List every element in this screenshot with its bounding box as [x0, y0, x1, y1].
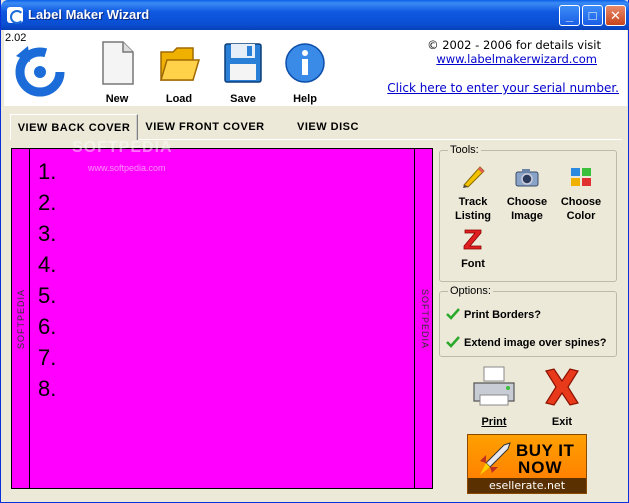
checkmark-icon[interactable] [446, 307, 460, 321]
track-item[interactable]: 6. [38, 314, 56, 345]
label-canvas[interactable]: SOFTPEDIA SOFTPEDIA SOFTPEDIA www.softpe… [11, 139, 433, 489]
help-button[interactable]: Help [278, 40, 332, 105]
app-window: Label Maker Wizard _ □ ✕ 2.02 New Load S… [0, 0, 629, 503]
tools-legend: Tools: [448, 144, 481, 156]
print-label: Print [466, 416, 522, 428]
track-item[interactable]: 8. [38, 376, 56, 407]
choose-image-label1: Choose [506, 196, 548, 208]
choose-color-button[interactable]: Choose Color [554, 165, 608, 222]
options-group: Options: Print Borders? Extend image ove… [439, 285, 617, 357]
track-listing-label2: Listing [454, 210, 492, 222]
new-file-icon [102, 41, 134, 85]
print-label-text: Print [481, 416, 507, 428]
pencil-icon [463, 166, 485, 188]
checkmark-icon[interactable] [446, 335, 460, 349]
floppy-disk-icon [224, 43, 262, 83]
left-spine-text: SOFTPEDIA [16, 289, 26, 350]
copyright-text: © 2002 - 2006 for details visit [427, 38, 601, 52]
window-title: Label Maker Wizard [28, 7, 150, 22]
serial-number-link[interactable]: Click here to enter your serial number. [387, 81, 619, 95]
right-spine[interactable]: SOFTPEDIA [414, 149, 432, 488]
options-legend: Options: [448, 285, 493, 297]
track-item[interactable]: 3. [38, 221, 56, 252]
track-item[interactable]: 5. [38, 283, 56, 314]
track-listing-label1: Track [458, 196, 488, 208]
buy-now-banner[interactable]: BUY IT NOW esellerate.net [467, 434, 587, 494]
exit-label: Exit [551, 416, 573, 428]
print-button[interactable]: Print [466, 365, 522, 428]
track-item[interactable]: 4. [38, 252, 56, 283]
title-bar[interactable]: Label Maker Wizard _ □ ✕ [1, 0, 629, 30]
watermark: SOFTPEDIA [72, 139, 173, 156]
choose-image-button[interactable]: Choose Image [500, 165, 554, 222]
tab-back-cover[interactable]: VIEW BACK COVER [10, 114, 138, 140]
help-label: Help [293, 93, 317, 105]
choose-color-label1: Choose [560, 196, 602, 208]
rocket-icon [480, 442, 511, 475]
website-link[interactable]: www.labelmakerwizard.com [436, 52, 597, 66]
save-label: Save [230, 93, 256, 105]
watermark-url: www.softpedia.com [88, 163, 166, 173]
folder-icon [159, 47, 201, 81]
extend-image-label: Extend image over spines? [464, 337, 607, 349]
font-label: Font [461, 258, 485, 270]
track-list[interactable]: 1. 2. 3. 4. 5. 6. 7. 8. [38, 159, 56, 407]
right-spine-text: SOFTPEDIA [420, 289, 430, 350]
extend-image-option[interactable]: Extend image over spines? [446, 335, 606, 351]
logo-icon [15, 46, 65, 97]
load-label: Load [165, 93, 193, 105]
print-borders-label: Print Borders? [464, 309, 542, 321]
toolbar-area: 2.02 New Load Save Help © 2002 - 2006 fo… [4, 30, 627, 106]
minimize-button[interactable]: _ [559, 5, 580, 26]
camera-icon [515, 169, 539, 187]
left-spine[interactable]: SOFTPEDIA [12, 149, 30, 488]
track-item[interactable]: 2. [38, 190, 56, 221]
load-button[interactable]: Load [152, 40, 206, 105]
tab-front-cover[interactable]: VIEW FRONT COVER [141, 114, 269, 140]
choose-image-label2: Image [511, 210, 543, 222]
exit-button[interactable]: Exit [534, 365, 590, 428]
choose-color-label2: Color [566, 210, 596, 222]
maximize-button[interactable]: □ [582, 5, 603, 26]
track-item[interactable]: 1. [38, 159, 56, 190]
print-borders-option[interactable]: Print Borders? [446, 307, 541, 323]
close-button[interactable]: ✕ [605, 5, 626, 26]
buy-line3: esellerate.net [468, 478, 586, 493]
red-x-icon [545, 368, 579, 406]
track-listing-button[interactable]: Track Listing [446, 165, 500, 222]
font-z-icon [463, 229, 482, 250]
app-icon[interactable] [7, 7, 24, 24]
new-label: New [105, 93, 129, 105]
font-button[interactable]: Font [446, 227, 500, 270]
new-button[interactable]: New [90, 40, 144, 105]
palette-icon [571, 168, 591, 186]
tab-disc[interactable]: VIEW DISC [283, 114, 373, 140]
info-icon [285, 43, 325, 83]
track-item[interactable]: 7. [38, 345, 56, 376]
buy-line2: NOW [518, 458, 563, 477]
tools-group: Tools: Track Listing Choose Image Choose… [439, 144, 617, 282]
printer-icon [473, 366, 515, 406]
tab-divider [139, 139, 622, 140]
save-button[interactable]: Save [216, 40, 270, 105]
